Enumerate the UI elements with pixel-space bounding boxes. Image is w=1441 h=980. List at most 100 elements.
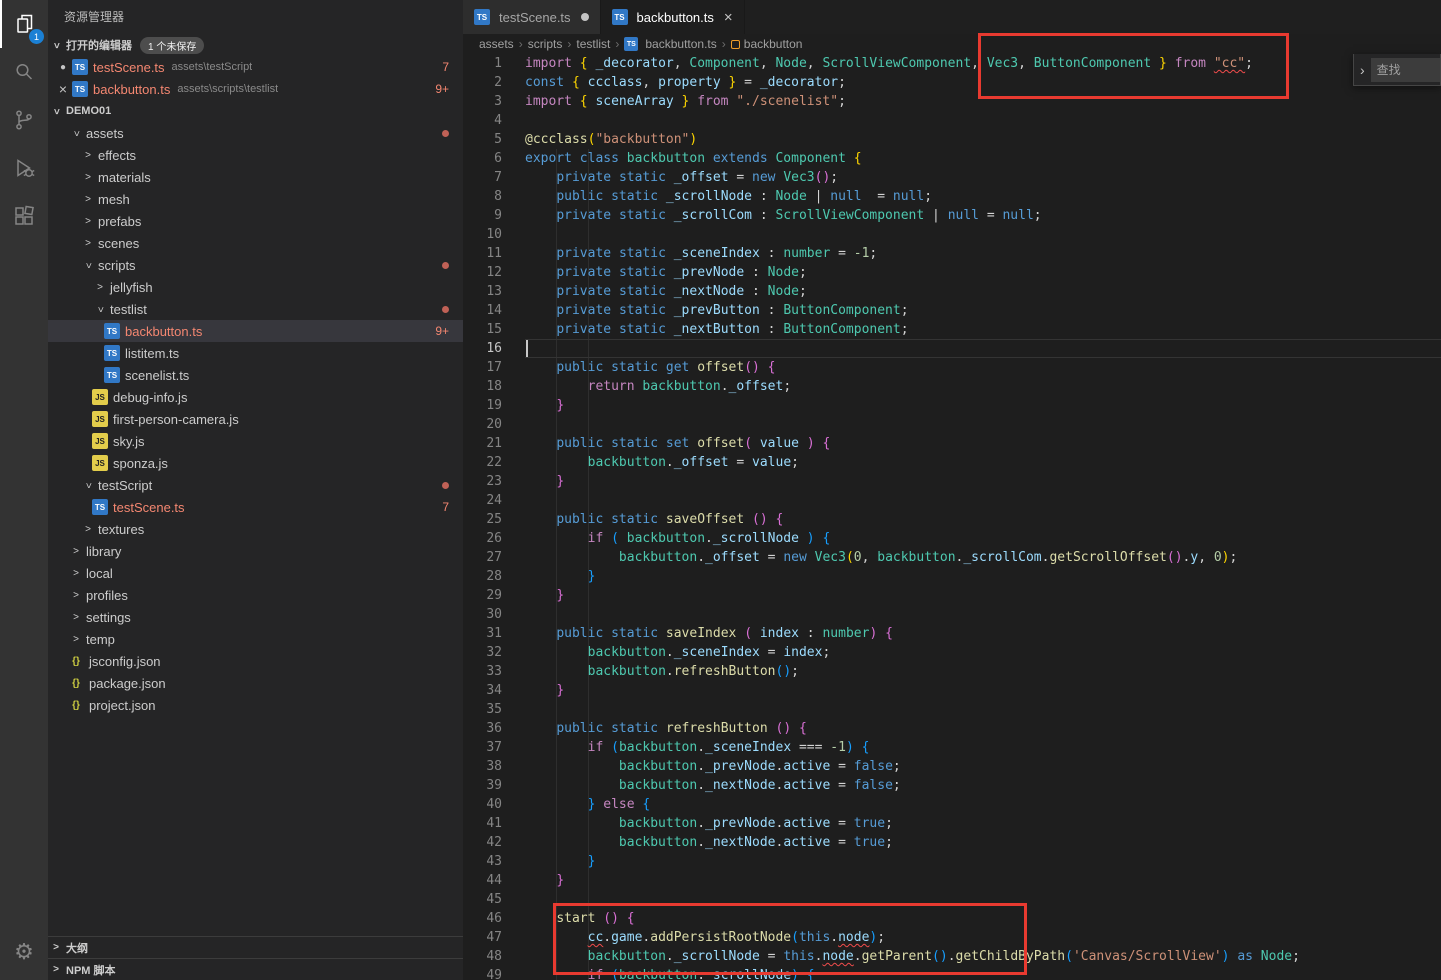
- tree-file-first-person-camera.js[interactable]: JSfirst-person-camera.js: [48, 408, 463, 430]
- close-icon[interactable]: ×: [54, 81, 72, 97]
- run-debug-view-button[interactable]: [0, 144, 48, 192]
- line-number: 17: [463, 358, 525, 377]
- search-view-button[interactable]: [0, 48, 48, 96]
- chevron-right-icon: >: [80, 524, 96, 535]
- tree-file-backbutton.ts[interactable]: TSbackbutton.ts9+: [48, 320, 463, 342]
- tree-folder-profiles[interactable]: >profiles: [48, 584, 463, 606]
- tree-file-sponza.js[interactable]: JSsponza.js: [48, 452, 463, 474]
- line-number: 33: [463, 662, 525, 681]
- code-text: public static get offset() {: [525, 358, 1441, 377]
- breadcrumb-item[interactable]: backbutton: [731, 37, 803, 51]
- tree-file-package.json[interactable]: {}package.json: [48, 672, 463, 694]
- modified-folder-dot: [442, 262, 449, 269]
- code-text: } else {: [525, 795, 1441, 814]
- code-line: 8 public static _scrollNode : Node | nul…: [463, 187, 1441, 206]
- code-line: 40 } else {: [463, 795, 1441, 814]
- modified-dot-icon: ●: [54, 62, 72, 73]
- ts-file-icon: TS: [474, 9, 490, 25]
- js-file-icon: JS: [92, 433, 108, 449]
- tree-folder-assets[interactable]: >assets: [48, 122, 463, 144]
- chevron-right-icon: >: [68, 590, 84, 601]
- tree-folder-local[interactable]: >local: [48, 562, 463, 584]
- close-icon[interactable]: ×: [724, 9, 733, 26]
- code-line: 12 private static _prevNode : Node;: [463, 263, 1441, 282]
- code-text: }: [525, 852, 1441, 871]
- code-text: private static _nextNode : Node;: [525, 282, 1441, 301]
- chevron-down-icon: >: [71, 125, 82, 141]
- tree-file-debug-info.js[interactable]: JSdebug-info.js: [48, 386, 463, 408]
- tree-folder-effects[interactable]: >effects: [48, 144, 463, 166]
- tree-item-label: jellyfish: [110, 280, 153, 295]
- line-number: 7: [463, 168, 525, 187]
- tree-folder-scenes[interactable]: >scenes: [48, 232, 463, 254]
- chevron-down-icon: >: [51, 37, 62, 53]
- tree-folder-scripts[interactable]: >scripts: [48, 254, 463, 276]
- tree-item-label: project.json: [89, 698, 155, 713]
- tree-item-label: backbutton.ts: [125, 324, 202, 339]
- tree-item-label: sky.js: [113, 434, 145, 449]
- tree-item-label: listitem.ts: [125, 346, 179, 361]
- settings-button[interactable]: ⚙: [0, 928, 48, 976]
- code-line: 24: [463, 491, 1441, 510]
- code-text: backbutton._sceneIndex = index;: [525, 643, 1441, 662]
- tree-folder-temp[interactable]: >temp: [48, 628, 463, 650]
- code-line: 42 backbutton._nextNode.active = true;: [463, 833, 1441, 852]
- chevron-right-icon: >: [48, 964, 64, 975]
- npm-scripts-section-header[interactable]: > NPM 脚本: [48, 958, 463, 980]
- open-editors-header[interactable]: > 打开的编辑器 1 个未保存: [48, 34, 463, 56]
- code-line: 38 backbutton._prevNode.active = false;: [463, 757, 1441, 776]
- code-line: 37 if (backbutton._sceneIndex === -1) {: [463, 738, 1441, 757]
- breadcrumb-item[interactable]: TSbackbutton.ts: [624, 37, 716, 51]
- workspace-header[interactable]: > DEMO01: [48, 100, 463, 122]
- chevron-right-icon: >: [68, 612, 84, 623]
- tab-backbutton.ts[interactable]: TSbackbutton.ts×: [601, 0, 745, 34]
- json-file-icon: {}: [68, 697, 84, 713]
- tree-file-jsconfig.json[interactable]: {}jsconfig.json: [48, 650, 463, 672]
- tree-folder-textures[interactable]: >textures: [48, 518, 463, 540]
- tab-bar: TStestScene.tsTS backbutton.ts ×: [463, 0, 1441, 34]
- outline-section-header[interactable]: > 大纲: [48, 936, 463, 958]
- chevron-right-icon: ›: [519, 37, 523, 51]
- tree-file-scenelist.ts[interactable]: TSscenelist.ts: [48, 364, 463, 386]
- tree-folder-library[interactable]: >library: [48, 540, 463, 562]
- tree-file-sky.js[interactable]: JS sky.js: [48, 430, 463, 452]
- open-editor-item[interactable]: ●TStestScene.tsassets\testScript7: [48, 56, 463, 78]
- code-text: [525, 700, 1441, 719]
- tree-item-label: settings: [86, 610, 131, 625]
- tree-item-label: sponza.js: [113, 456, 168, 471]
- chevron-right-icon: >: [92, 282, 108, 293]
- tree-file-testScene.ts[interactable]: TStestScene.ts7: [48, 496, 463, 518]
- tree-folder-mesh[interactable]: >mesh: [48, 188, 463, 210]
- tree-folder-materials[interactable]: >materials: [48, 166, 463, 188]
- code-text: }: [525, 871, 1441, 890]
- npm-scripts-label: NPM 脚本: [66, 962, 116, 978]
- find-input[interactable]: [1371, 58, 1441, 82]
- breadcrumb-item[interactable]: testlist: [576, 37, 610, 51]
- code-text: public static refreshButton () {: [525, 719, 1441, 738]
- line-number: 6: [463, 149, 525, 168]
- breadcrumb-item[interactable]: assets: [479, 37, 514, 51]
- tree-folder-testScript[interactable]: >testScript: [48, 474, 463, 496]
- tree-file-listitem.ts[interactable]: TSlistitem.ts: [48, 342, 463, 364]
- line-number: 29: [463, 586, 525, 605]
- problems-badge: 7: [442, 500, 449, 514]
- tab-testScene.ts[interactable]: TStestScene.ts: [463, 0, 601, 34]
- breadcrumb-item[interactable]: scripts: [528, 37, 563, 51]
- line-number: 32: [463, 643, 525, 662]
- editor-code-area[interactable]: 1import { _decorator, Component, Node, S…: [463, 54, 1441, 980]
- tree-folder-jellyfish[interactable]: >jellyfish: [48, 276, 463, 298]
- chevron-right-icon[interactable]: ›: [1360, 62, 1365, 78]
- tree-folder-testlist[interactable]: >testlist: [48, 298, 463, 320]
- open-editor-item[interactable]: ×TSbackbutton.tsassets\scripts\testlist9…: [48, 78, 463, 100]
- tab-label: backbutton.ts: [637, 10, 714, 25]
- extensions-view-button[interactable]: [0, 192, 48, 240]
- tree-folder-prefabs[interactable]: >prefabs: [48, 210, 463, 232]
- source-control-view-button[interactable]: [0, 96, 48, 144]
- chevron-right-icon: ›: [615, 37, 619, 51]
- tree-folder-settings[interactable]: >settings: [48, 606, 463, 628]
- text-cursor: [526, 340, 528, 357]
- tree-file-project.json[interactable]: {} project.json: [48, 694, 463, 716]
- json-file-icon: {}: [68, 675, 84, 691]
- explorer-view-button[interactable]: 1: [0, 0, 48, 48]
- code-line: 29 }: [463, 586, 1441, 605]
